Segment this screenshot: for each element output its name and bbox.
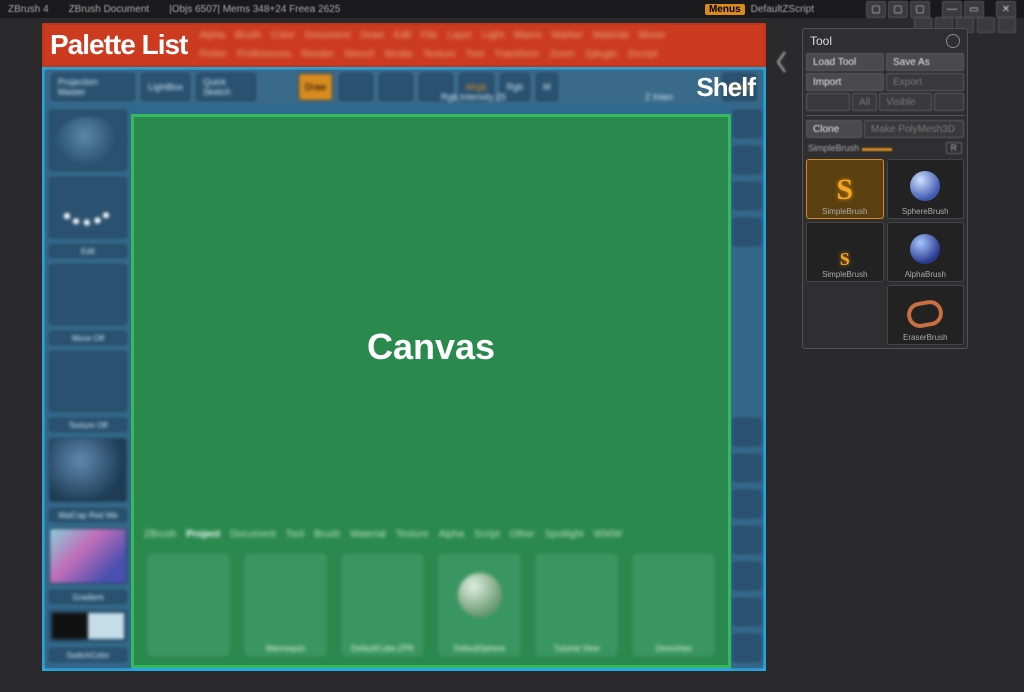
app-name: ZBrush 4 [8,4,49,15]
lightbox-item[interactable]: Mannequin [243,552,328,658]
menus-badge[interactable]: Menus [705,4,745,15]
left-tray: Edit Move Off Texture Off MatCap Red Wa … [45,104,131,668]
palette-list-label: Palette List [50,29,187,61]
active-tool-label: SimpleBrush [808,142,892,154]
tool-alphabrush2[interactable]: AlphaBrush [887,222,965,282]
projection-master-button[interactable]: Projection Master [51,73,135,101]
geo-button[interactable] [806,93,850,111]
default-zscript[interactable]: DefaultZScript [751,4,814,15]
edit-button[interactable]: Edit [49,244,127,258]
lightbox-browser: ZBrush Project Document Tool Brush Mater… [134,525,728,665]
title-bar: ZBrush 4 ZBrush Document |Objs 6507| Mem… [0,0,1024,18]
move-icon[interactable] [733,562,761,590]
floor-icon[interactable] [733,454,761,482]
rotate-icon[interactable] [733,634,761,662]
palette-menu[interactable]: AlphaBrushColor DocumentDrawEdit FileLay… [199,30,699,60]
tray-collapse-arrow-icon[interactable] [774,48,788,76]
rgb-intensity-label: Rgb Intensity 25 [441,92,506,102]
right-tray [731,104,763,668]
shelf-frame: Projection Master LightBox Quick Sketch … [42,67,766,671]
doc-name: ZBrush Document [69,4,150,15]
toolbar-icon[interactable]: ▢ [866,1,886,18]
palette-list-bar: Palette List AlphaBrushColor DocumentDra… [42,23,766,67]
tool-panel: Tool Load Tool Save As Import Export All… [802,28,968,349]
material-preview[interactable] [49,438,127,502]
quicksketch-button[interactable]: Quick Sketch [196,73,256,101]
stats: |Objs 6507| Mems 348+24 Freea 2625 [169,4,340,15]
load-tool-button[interactable]: Load Tool [806,53,884,71]
texture-slot[interactable] [49,351,127,412]
canvas[interactable]: Canvas ZBrush Project Document Tool Brus… [131,114,731,668]
canvas-label: Canvas [367,326,495,368]
all-button[interactable]: All [852,93,877,111]
persp-icon[interactable] [733,418,761,446]
sys-icon[interactable] [977,17,995,33]
brush-preview[interactable] [49,110,127,171]
toolbar-icon[interactable]: ▢ [910,1,930,18]
lightbox-tabs[interactable]: ZBrush Project Document Tool Brush Mater… [134,525,728,544]
toolbar-icon[interactable]: ▢ [888,1,908,18]
move-off-label: Move Off [49,331,127,345]
import-button[interactable]: Import [806,73,884,91]
tool-spherebrush[interactable]: SphereBrush [887,159,965,219]
make-polymesh-button[interactable]: Make PolyMesh3D [864,120,964,138]
collapse-icon[interactable] [934,93,964,111]
tool-simplebrush[interactable]: S SimpleBrush [806,159,884,219]
tool-panel-title: Tool [810,34,832,48]
clone-button[interactable]: Clone [806,120,862,138]
aahalf-icon[interactable] [733,218,761,246]
maximize-icon[interactable]: ▭ [964,1,984,18]
lightbox-item[interactable]: DemoHea [631,552,716,658]
z-intensity-label: Z Inten [645,92,673,102]
lightbox-button[interactable]: LightBox [141,73,190,101]
save-as-button[interactable]: Save As [886,53,964,71]
zoom-icon[interactable] [733,146,761,174]
scale-button[interactable] [379,73,413,101]
pin-icon[interactable] [946,34,960,48]
material-label: MatCap Red Wa [49,508,127,522]
lightbox-item[interactable]: DefaultSphere [437,552,522,658]
scale-icon[interactable] [733,598,761,626]
close-icon[interactable]: ✕ [996,1,1016,18]
frame-icon[interactable] [733,526,761,554]
stroke-preview[interactable] [49,177,127,238]
draw-mode-button[interactable]: Draw [298,73,333,101]
minimize-icon[interactable]: — [942,1,962,18]
shelf-label: Shelf [696,72,755,103]
tool-eraserbrush[interactable]: EraserBrush [887,285,965,345]
lightbox-item[interactable]: DefaultCube.ZPR [340,552,425,658]
local-icon[interactable] [733,490,761,518]
gradient-button[interactable]: Gradient [49,590,127,604]
fg-bg-color[interactable] [49,610,127,642]
switch-color-button[interactable]: SwitchColor [49,648,127,662]
texture-off-label: Texture Off [49,418,127,432]
lightbox-item[interactable]: Tutorial View [534,552,619,658]
actual-icon[interactable] [733,182,761,210]
scroll-icon[interactable] [733,110,761,138]
lightbox-item[interactable] [146,552,231,658]
r-badge[interactable]: R [946,142,963,154]
color-picker[interactable] [49,528,127,584]
m-button[interactable]: M [536,73,558,101]
move-button[interactable] [339,73,373,101]
tool-alphabrush[interactable]: S SimpleBrush [806,222,884,282]
visible-button[interactable]: Visible [879,93,932,111]
sys-icon[interactable] [998,17,1016,33]
alpha-slot[interactable] [49,264,127,325]
export-button[interactable]: Export [886,73,964,91]
